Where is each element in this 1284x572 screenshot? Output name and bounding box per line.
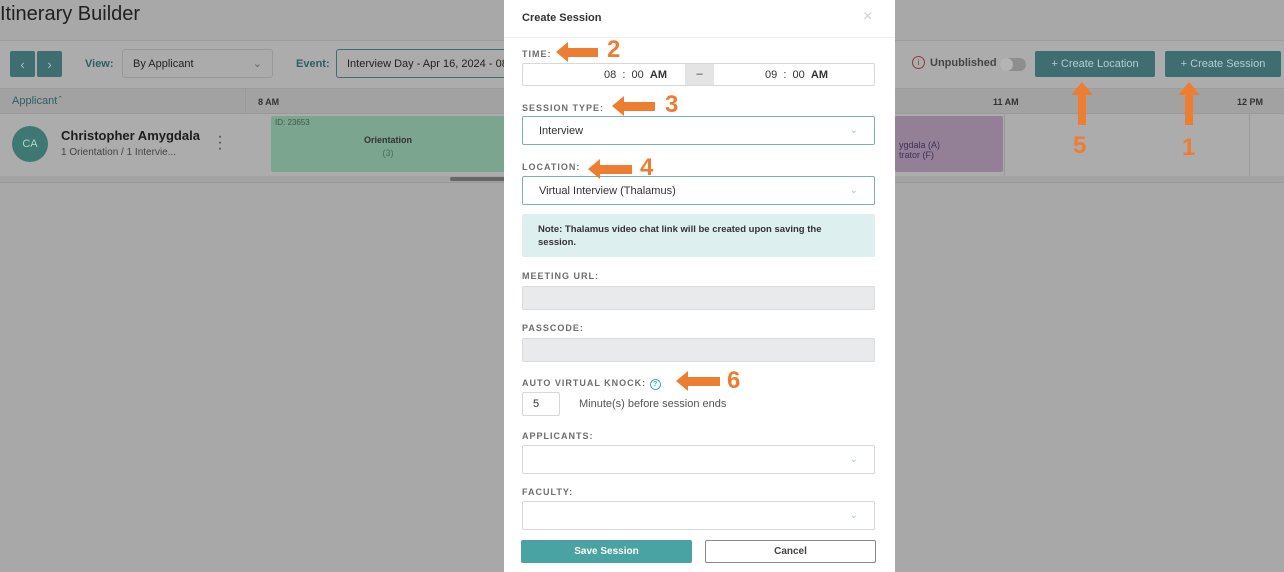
- arrow-up-icon: [1178, 82, 1200, 125]
- arrow-left-icon: [676, 371, 720, 391]
- arrow-left-icon: [588, 159, 632, 179]
- arrow-left-icon: [612, 96, 655, 116]
- annotation-arrows: [556, 42, 1200, 391]
- arrow-left-icon: [556, 42, 598, 62]
- annotation-number: 4: [640, 154, 654, 181]
- annotation-number: 6: [727, 367, 741, 394]
- annotation-number: 3: [665, 91, 679, 118]
- annotation-number: 5: [1073, 132, 1087, 159]
- annotation-number: 1: [1182, 134, 1196, 161]
- arrow-up-icon: [1071, 82, 1093, 125]
- annotation-number: 2: [607, 36, 621, 63]
